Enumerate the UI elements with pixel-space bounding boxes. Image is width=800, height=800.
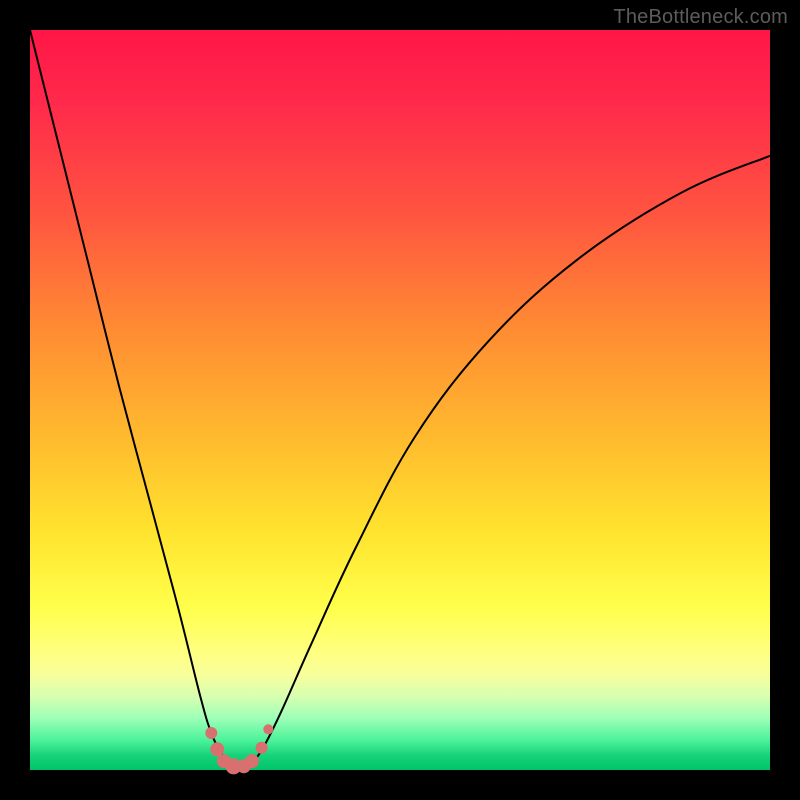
curve-marker <box>263 724 273 734</box>
curve-marker <box>256 742 268 754</box>
curve-markers <box>205 724 273 774</box>
chart-frame: TheBottleneck.com <box>0 0 800 800</box>
bottleneck-curve <box>30 30 770 767</box>
curve-marker <box>245 754 259 768</box>
watermark-text: TheBottleneck.com <box>613 6 788 29</box>
curve-marker <box>205 727 217 739</box>
chart-svg <box>30 30 770 770</box>
plot-area <box>30 30 770 770</box>
curve-marker <box>210 742 224 756</box>
